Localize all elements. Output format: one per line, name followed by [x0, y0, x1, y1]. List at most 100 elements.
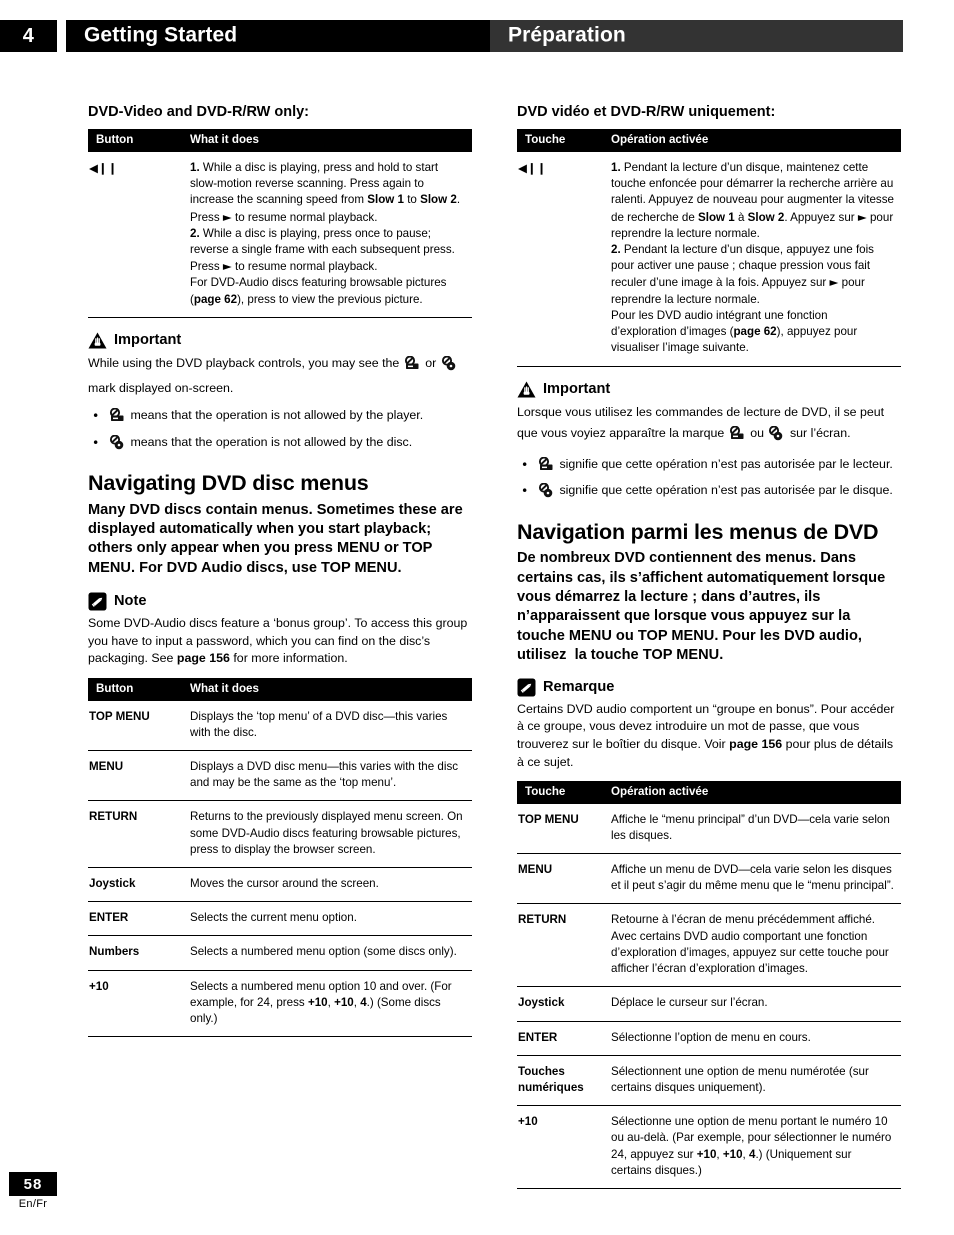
chapter-number-box: 4: [0, 20, 57, 52]
table-cell-button: Numbers: [88, 935, 180, 971]
table-cell-button: ENTER: [88, 901, 180, 937]
table-header-button: Touche: [517, 781, 601, 804]
table-cell-button: MENU: [88, 750, 180, 802]
table-cell-button: Joystick: [88, 867, 180, 903]
table-cell-button: +10: [88, 970, 180, 1038]
callout-title: Remarque: [543, 678, 615, 695]
button-table-playback-en: Button What it does ◀❙❙ 1. While a disc …: [88, 129, 472, 318]
table-cell-description: Sélectionnent une option de menu numérot…: [601, 1055, 901, 1107]
disc-prohibited-icon: [538, 482, 555, 504]
callout-title: Note: [114, 593, 147, 610]
table-cell-description: Affiche un menu de DVD—cela varie selon …: [601, 853, 901, 905]
english-column: DVD-Video and DVD-R/RW only: Button What…: [88, 104, 472, 1041]
table-row: +10 Sélectionne une option de menu porta…: [517, 1105, 901, 1190]
table-cell-description: Retourne à l’écran de menu précédemment …: [601, 903, 901, 988]
bullet-content: means that the operation is not allowed …: [108, 434, 472, 456]
table-cell-description: 1. Pendant la lecture d’un disque, maint…: [601, 151, 901, 367]
player-prohibited-icon: [109, 407, 126, 429]
bullet-marker: •: [521, 456, 529, 472]
table-row: ◀❙❙ 1. Pendant la lecture d’un disque, m…: [517, 151, 901, 367]
table-row: RETURN Returns to the previously display…: [88, 800, 472, 869]
table-cell-button: RETURN: [517, 903, 601, 988]
desc-para-1: 1. Pendant la lecture d’un disque, maint…: [611, 160, 894, 240]
bullet-marker: •: [92, 434, 100, 450]
table-cell-description: Affiche le “menu principal” d’un DVD—cel…: [601, 803, 901, 855]
button-table-menu-en: Button What it does TOP MENU Displays th…: [88, 678, 472, 1038]
table-cell-description: Selects a numbered menu option (some dis…: [180, 935, 472, 971]
header-title-french: Préparation: [508, 23, 626, 47]
table-header-row: Button What it does: [88, 678, 472, 701]
table-cell-button: +10: [517, 1105, 601, 1190]
table-header-description: Opération activée: [601, 129, 901, 152]
important-body-middle: or: [425, 355, 437, 370]
list-item: • means that the operation is not allowe…: [88, 434, 472, 456]
table-row: +10 Selects a numbered menu option 10 an…: [88, 970, 472, 1038]
table-row: ENTER Sélectionne l’option de menu en co…: [517, 1021, 901, 1056]
table-cell-description: Returns to the previously displayed menu…: [180, 800, 472, 869]
page-footer: 58 En/Fr: [9, 1172, 129, 1210]
table-cell-description: Sélectionne une option de menu portant l…: [601, 1105, 901, 1190]
chapter-number: 4: [22, 24, 35, 47]
table-row: MENU Affiche un menu de DVD—cela varie s…: [517, 853, 901, 905]
page-title: Navigating DVD disc menus: [88, 471, 369, 496]
page-header: 4 Getting Started Préparation: [0, 20, 954, 52]
table-row: Numbers Selects a numbered menu option (…: [88, 935, 472, 971]
table-cell-description: 1. While a disc is playing, press and ho…: [180, 151, 472, 318]
player-prohibited-icon: [729, 425, 746, 448]
bullet-content: means that the operation is not allowed …: [108, 407, 472, 429]
table-row: Joystick Moves the cursor around the scr…: [88, 867, 472, 903]
button-table-menu-fr: Touche Opération activée TOP MENU Affich…: [517, 781, 901, 1190]
table-row: Touches numériques Sélectionnent une opti…: [517, 1055, 901, 1107]
table-cell-button-icon: ◀❙❙: [517, 151, 601, 367]
callout-important-fr: Important: [517, 381, 901, 398]
header-band-french: Préparation: [490, 20, 903, 52]
table-cell-description: Moves the cursor around the screen.: [180, 867, 472, 903]
important-body-middle: ou: [750, 425, 765, 440]
table-row: RETURN Retourne à l’écran de menu précéd…: [517, 903, 901, 988]
desc-para-1: 1. While a disc is playing, press and ho…: [190, 160, 461, 224]
disc-prohibited-icon: [441, 355, 458, 378]
table-cell-button-icon: ◀❙❙: [88, 151, 180, 318]
table-row: ENTER Selects the current menu option.: [88, 901, 472, 937]
button-table-playback-fr: Touche Opération activée ◀❙❙ 1. Pendant …: [517, 129, 901, 367]
table-cell-button: TOP MENU: [517, 803, 601, 855]
important-body-after: sur l’écran.: [789, 425, 851, 440]
important-body-before: While using the DVD playback controls, y…: [88, 355, 400, 370]
page-number: 58: [23, 1175, 43, 1193]
callout-note-en: Note: [88, 592, 472, 611]
desc-para-3: Pour les DVD audio intégrant une fonctio…: [611, 308, 858, 355]
table-row: TOP MENU Displays the ‘top menu’ of a DV…: [88, 700, 472, 751]
disc-prohibited-icon: [109, 434, 126, 456]
bullet-marker: •: [92, 408, 100, 423]
warning-triangle-icon: [517, 381, 536, 398]
desc-para-3: For DVD-Audio discs featuring browsable …: [190, 276, 447, 306]
table-cell-description: Selects the current menu option.: [180, 901, 472, 937]
page-languages: En/Fr: [18, 1198, 48, 1210]
bullet-content: signifie que cette opération n’est pas a…: [537, 456, 901, 478]
table-cell-button: MENU: [517, 853, 601, 905]
disc-prohibited-icon: [768, 425, 785, 448]
player-prohibited-icon: [538, 456, 555, 478]
table-cell-button: ENTER: [517, 1021, 601, 1056]
table-cell-button: Joystick: [517, 986, 601, 1022]
table-header-description: Opération activée: [601, 781, 901, 804]
table-header-description: What it does: [180, 129, 472, 152]
callout-title: Important: [543, 380, 611, 397]
table-cell-description: Sélectionne l’option de menu en cours.: [601, 1021, 901, 1056]
bullet-label: signifie que cette opération n’est pas a…: [559, 456, 893, 471]
subheading-dvd-video-fr: DVD vidéo et DVD-R/RW uniquement:: [517, 104, 776, 120]
pencil-note-icon: [88, 592, 107, 611]
table-header-button: Button: [88, 678, 180, 701]
player-prohibited-icon: [404, 355, 421, 378]
table-cell-description: Displays a DVD disc menu—this varies wit…: [180, 750, 472, 802]
callout-important-en: Important: [88, 332, 472, 349]
bullet-label: means that the operation is not allowed …: [130, 408, 424, 422]
french-column: DVD vidéo et DVD-R/RW uniquement: Touche…: [517, 104, 901, 1193]
table-cell-description: Displays the ‘top menu’ of a DVD disc—th…: [180, 700, 472, 751]
list-item: • signifie que cette opération n’est pas…: [517, 482, 901, 504]
note-body-en: Some DVD-Audio discs feature a ‘bonus gr…: [88, 616, 468, 666]
table-cell-button: Touches numériques: [517, 1055, 601, 1107]
section-intro-en: Many DVD discs contain menus. Sometimes …: [88, 501, 463, 576]
bullet-label: signifie que cette opération n’est pas a…: [559, 483, 893, 498]
callout-note-fr: Remarque: [517, 678, 901, 697]
